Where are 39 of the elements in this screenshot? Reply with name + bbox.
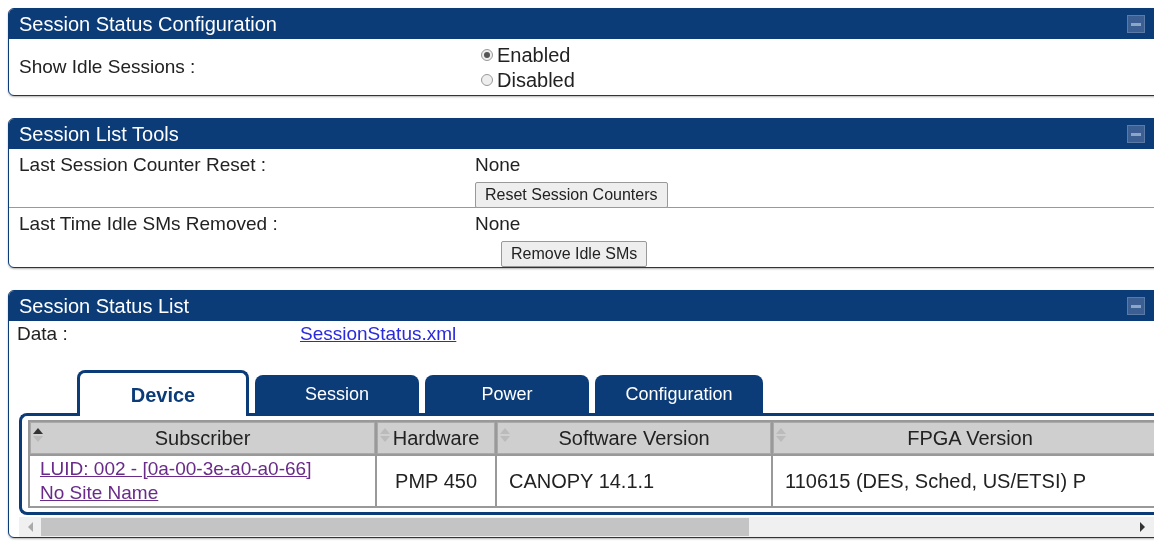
- field-label: Last Session Counter Reset :: [19, 153, 268, 177]
- subscriber-link[interactable]: No Site Name: [40, 481, 159, 505]
- table-cell: PMP 450: [377, 456, 495, 506]
- minimize-icon[interactable]: [1127, 125, 1145, 143]
- column-header[interactable]: Hardware: [377, 422, 495, 454]
- minimize-icon[interactable]: [1127, 15, 1145, 33]
- field-value: None: [475, 212, 521, 236]
- subscriber-link[interactable]: LUID: 002 - [0a-00-3e-a0-a0-66]: [40, 457, 312, 481]
- header-label: Software Version: [558, 427, 710, 449]
- field-value: None: [475, 153, 521, 177]
- scroll-thumb[interactable]: [41, 518, 749, 536]
- field-label: Data :: [17, 321, 69, 346]
- radio-label: Enabled: [497, 42, 571, 68]
- action-button[interactable]: Remove Idle SMs: [501, 240, 648, 267]
- action-button[interactable]: Reset Session Counters: [475, 181, 668, 208]
- minimize-icon[interactable]: [1127, 297, 1145, 315]
- radio-button[interactable]: [481, 48, 493, 61]
- radio-button[interactable]: [481, 73, 493, 86]
- tab[interactable]: Session: [255, 375, 419, 413]
- radio-label: Disabled: [497, 67, 575, 93]
- header-label: Subscriber: [154, 427, 251, 449]
- header-label: FPGA Version: [907, 427, 1033, 449]
- column-header[interactable]: FPGA Version: [773, 422, 1154, 454]
- header-label: Hardware: [392, 427, 480, 449]
- tab[interactable]: Device: [77, 370, 249, 416]
- panel-title: Session List Tools: [19, 122, 179, 147]
- tab[interactable]: Configuration: [595, 375, 763, 413]
- panel-title: Session Status Configuration: [19, 12, 277, 37]
- field-label: Show Idle Sessions :: [19, 54, 197, 79]
- scrollbar[interactable]: [19, 517, 1154, 537]
- column-header[interactable]: Software Version: [496, 422, 772, 454]
- column-header[interactable]: Subscriber: [30, 422, 376, 454]
- tab[interactable]: Power: [425, 375, 589, 413]
- table-cell: 110615 (DES, Sched, US/ETSI) P: [773, 456, 1154, 506]
- table-cell: CANOPY 14.1.1: [496, 456, 772, 506]
- data-link[interactable]: SessionStatus.xml: [300, 319, 457, 349]
- field-label: Last Time Idle SMs Removed :: [19, 212, 279, 236]
- sort-icon[interactable]: [33, 428, 43, 442]
- panel-title: Session Status List: [19, 294, 190, 319]
